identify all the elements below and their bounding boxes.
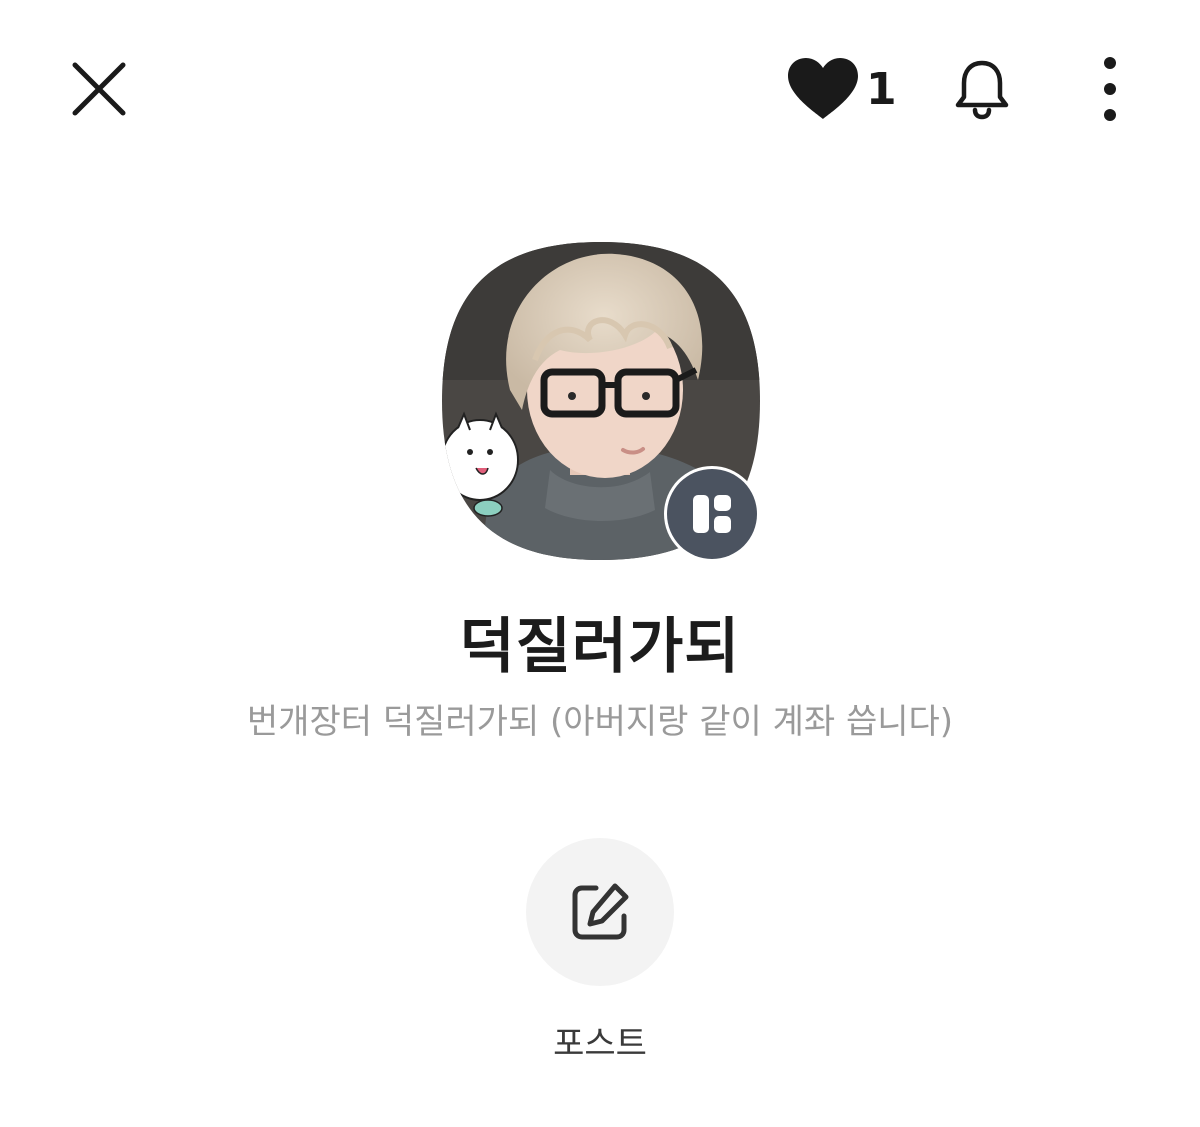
more-options-button[interactable] — [1078, 50, 1142, 128]
close-button[interactable] — [60, 50, 138, 128]
post-button[interactable] — [526, 838, 674, 986]
close-icon — [72, 62, 126, 116]
profile-description: 번개장터 덕질러가되 (아버지랑 같이 계좌 씁니다) — [246, 702, 954, 742]
profile-avatar-group[interactable] — [440, 240, 762, 562]
notification-button[interactable] — [940, 50, 1024, 128]
like-button[interactable]: 1 — [786, 50, 906, 128]
profile-page: 1 덕질러가되 번개장터 덕질러가되 (아버지랑 같이 계좌 씁니다) 포스트 — [0, 0, 1200, 1127]
post-label: 포스트 — [553, 1024, 647, 1064]
channel-grid-icon — [693, 495, 731, 533]
edit-icon — [572, 883, 629, 940]
avatar-badge-inner — [667, 469, 757, 559]
bell-icon — [955, 60, 1009, 120]
more-vertical-icon — [1104, 57, 1116, 121]
like-count: 1 — [866, 63, 897, 115]
avatar-badge[interactable] — [664, 466, 760, 562]
profile-name: 덕질러가되 — [459, 612, 741, 682]
heart-icon — [788, 58, 858, 119]
